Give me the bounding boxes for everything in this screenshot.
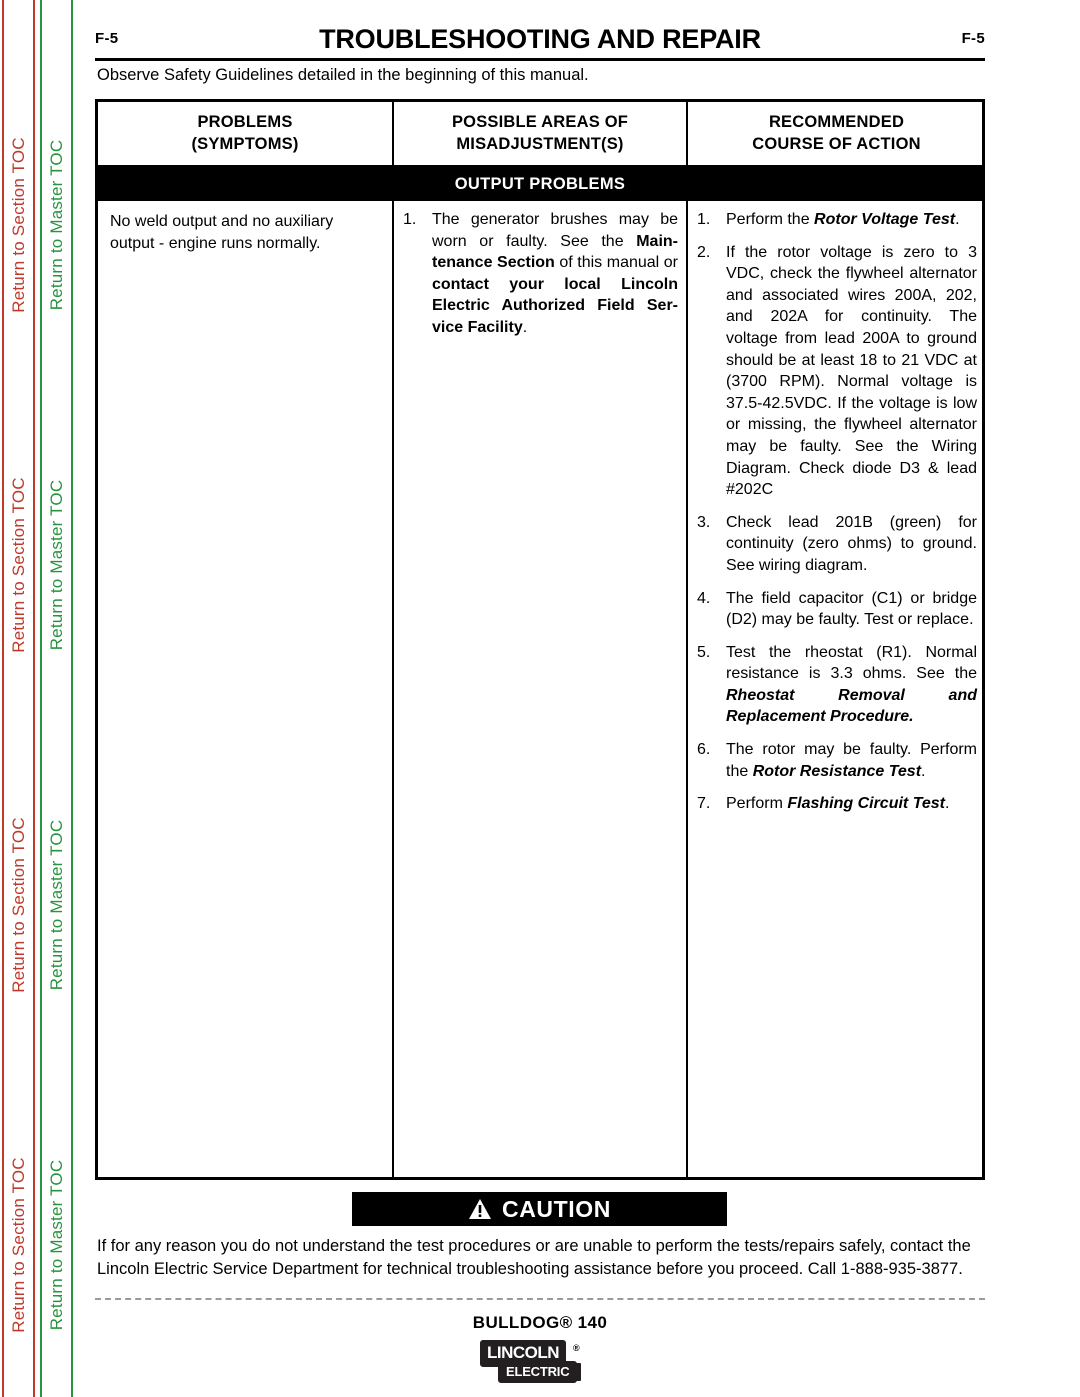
- list-item: 7. Perform Flashing Circuit Test.: [696, 793, 977, 815]
- column-header-problems: PROBLEMS (SYMPTOMS): [98, 102, 392, 165]
- list-item-number: 7.: [697, 795, 711, 813]
- list-item-number: 4.: [697, 589, 711, 607]
- sidebar-item-label[interactable]: Return to Section TOC: [9, 477, 29, 653]
- list-item-number: 6.: [697, 741, 711, 759]
- header-rule: [95, 58, 985, 61]
- list-item-text: The generator brushes may be worn or fau…: [432, 211, 679, 336]
- list-item: 3. Check lead 201B (green) for continuity…: [696, 512, 977, 577]
- list-item-number: 1.: [697, 211, 711, 228]
- list-item-text: Perform the Rotor Voltage Test.: [726, 211, 960, 228]
- sidebar-return-to-section-toc[interactable]: Return to Section TOC Return to Section …: [2, 0, 35, 1397]
- sidebar-item-label[interactable]: Return to Master TOC: [47, 480, 67, 651]
- caution-label: CAUTION: [502, 1195, 611, 1222]
- list-item: 6. The rotor may be faulty. Perform the R…: [696, 739, 977, 782]
- lincoln-electric-logo: LINCOLN ® ELECTRIC: [480, 1340, 600, 1386]
- folio-right: F-5: [961, 30, 985, 47]
- column-header-line: (SYMPTOMS): [191, 134, 299, 153]
- sidebar-item-label[interactable]: Return to Section TOC: [9, 817, 29, 993]
- logo-electric-text: ELECTRIC: [498, 1361, 578, 1383]
- list-item-number: 2.: [697, 243, 711, 261]
- troubleshooting-table: PROBLEMS (SYMPTOMS) POSSIBLE AREAS OF MI…: [95, 99, 985, 1180]
- list-item-text: Perform Flashing Circuit Test.: [726, 795, 950, 813]
- warning-triangle-icon: [469, 1199, 491, 1219]
- caution-text: If for any reason you do not understand …: [97, 1237, 971, 1279]
- caution-banner: CAUTION: [352, 1192, 727, 1226]
- list-item: 1. The generator brushes may be worn or f…: [402, 209, 678, 339]
- list-item-text: Check lead 201B (green) for continuity (…: [726, 513, 977, 574]
- intro-text: Observe Safety Guidelines detailed in th…: [97, 66, 589, 84]
- table-header-row: PROBLEMS (SYMPTOMS) POSSIBLE AREAS OF MI…: [98, 102, 982, 168]
- list-item-text: If the rotor voltage is zero to 3 VDC, c…: [726, 243, 977, 499]
- list-item-number: 1.: [403, 211, 417, 228]
- column-header-line: POSSIBLE AREAS OF: [451, 112, 629, 131]
- list-item: 1. Perform the Rotor Voltage Test.: [696, 209, 977, 231]
- footer-divider: [95, 1298, 985, 1300]
- table-cell-course-of-action: 1. Perform the Rotor Voltage Test. 2. If th…: [686, 201, 985, 1177]
- table-cell-possible-areas: 1. The generator brushes may be worn or f…: [392, 201, 686, 1177]
- course-of-action-list: 1. Perform the Rotor Voltage Test. 2. If th…: [696, 209, 977, 815]
- column-header-line: MISADJUSTMENT(S): [456, 134, 624, 153]
- list-item-text: Test the rheostat (R1). Normal resistanc…: [726, 643, 977, 726]
- column-header-line: RECOMMENDED: [768, 112, 905, 131]
- column-header-line: PROBLEMS: [197, 112, 293, 131]
- sidebar-item-label[interactable]: Return to Master TOC: [47, 820, 67, 991]
- section-bar-output-problems: OUTPUT PROBLEMS: [98, 168, 982, 201]
- registered-mark-icon: ®: [573, 1343, 580, 1353]
- symptom-text: No weld output and no auxiliary output -…: [110, 213, 334, 252]
- table-cell-symptom: No weld output and no auxiliary output -…: [98, 201, 392, 1177]
- sidebar-item-label[interactable]: Return to Master TOC: [47, 1160, 67, 1331]
- column-header-line: COURSE OF ACTION: [752, 134, 921, 153]
- sidebar-item-label[interactable]: Return to Master TOC: [47, 140, 67, 311]
- page-title: TROUBLESHOOTING AND REPAIR: [319, 24, 761, 54]
- possible-areas-list: 1. The generator brushes may be worn or f…: [402, 209, 678, 339]
- list-item-text: The rotor may be faulty. Perform the Rot…: [726, 741, 977, 780]
- footer-model-name: BULLDOG® 140: [472, 1313, 608, 1332]
- sidebar-return-to-master-toc[interactable]: Return to Master TOC Return to Master TO…: [40, 0, 73, 1397]
- list-item-number: 3.: [697, 513, 711, 531]
- footer-logo: LINCOLN ® ELECTRIC: [0, 1340, 1080, 1386]
- page-header: F-5 TROUBLESHOOTING AND REPAIR F-5: [95, 24, 985, 60]
- sidebar-item-label[interactable]: Return to Section TOC: [9, 137, 29, 313]
- column-header-recommended-action: RECOMMENDED COURSE OF ACTION: [686, 102, 985, 165]
- sidebar-item-label[interactable]: Return to Section TOC: [9, 1157, 29, 1333]
- column-header-possible-areas: POSSIBLE AREAS OF MISADJUSTMENT(S): [392, 102, 686, 165]
- section-bar-label: OUTPUT PROBLEMS: [454, 175, 626, 193]
- list-item: 2. If the rotor voltage is zero to 3 VDC,…: [696, 242, 977, 501]
- manual-page: Return to Section TOC Return to Section …: [0, 0, 1080, 1397]
- list-item: 5. Test the rheostat (R1). Normal resista…: [696, 642, 977, 728]
- list-item-text: The field capacitor (C1) or bridge (D2) …: [726, 589, 977, 629]
- list-item-number: 5.: [697, 643, 711, 661]
- list-item: 4. The field capacitor (C1) or bridge (D2…: [696, 588, 977, 631]
